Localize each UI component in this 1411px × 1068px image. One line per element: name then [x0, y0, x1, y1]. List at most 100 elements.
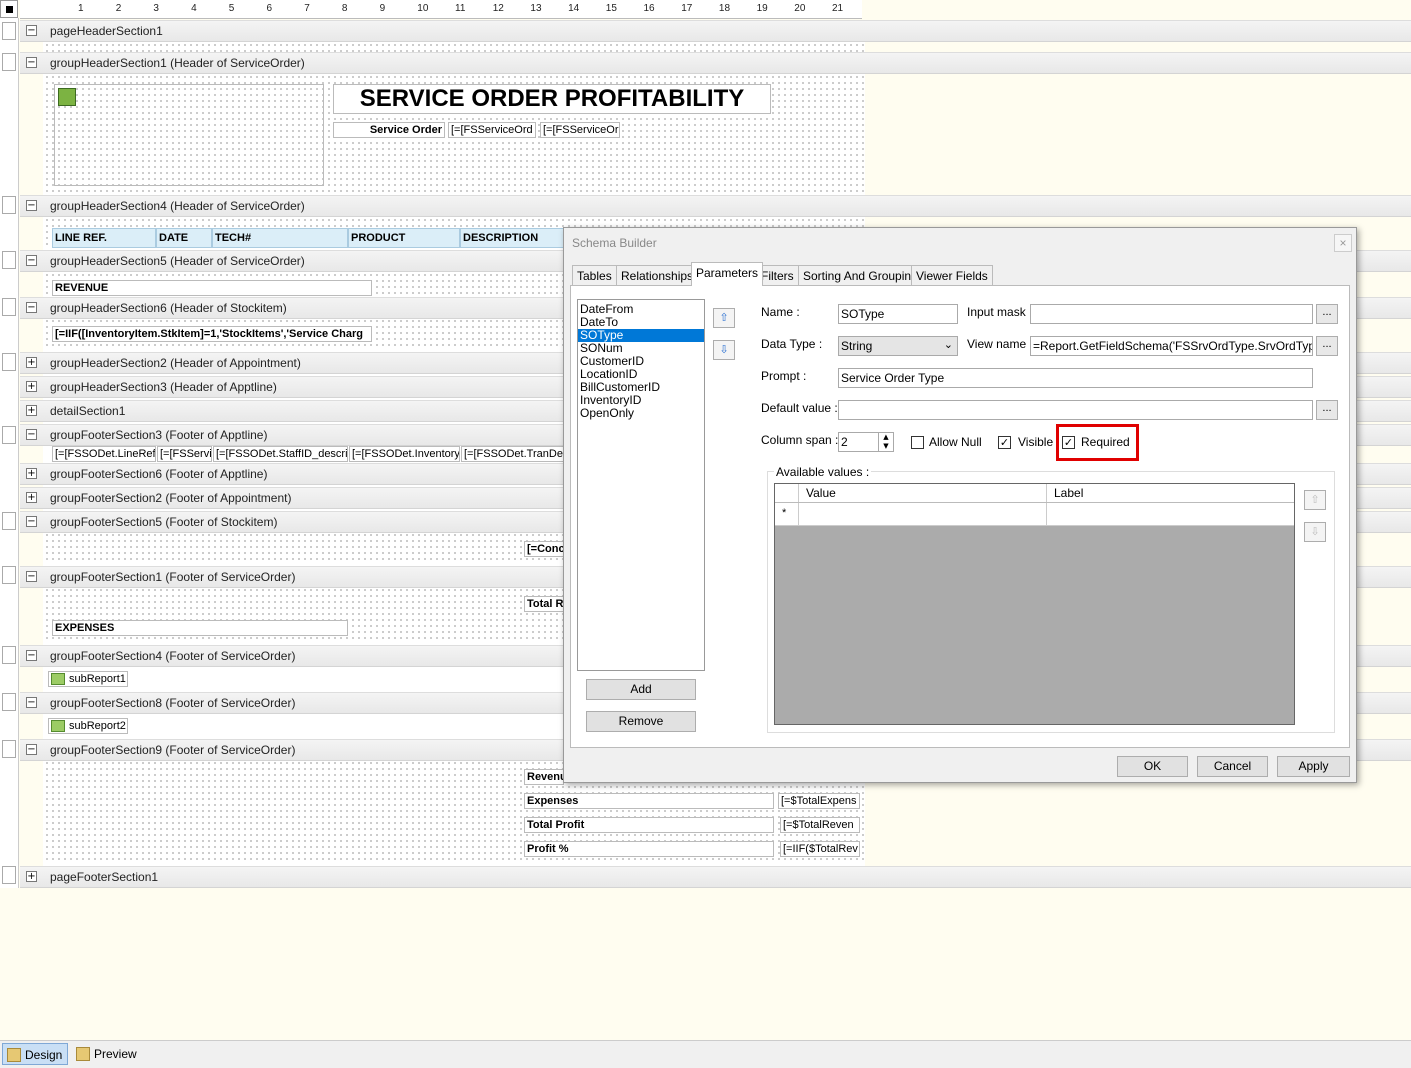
- band-groupheader4[interactable]: − groupHeaderSection4 (Header of ServiceO…: [20, 195, 1411, 217]
- view-name-label: View name :: [967, 337, 1033, 351]
- ruler-number: 17: [681, 3, 693, 14]
- column-span-spinner[interactable]: 2 ▲ ▼: [838, 432, 894, 452]
- view-name-browse-button[interactable]: ...: [1316, 336, 1338, 356]
- available-values-grid[interactable]: Value Label *: [774, 483, 1295, 725]
- subreport[interactable]: subReport2: [48, 718, 128, 734]
- ok-button[interactable]: OK: [1117, 756, 1188, 777]
- collapse-icon[interactable]: −: [26, 255, 37, 266]
- tab-viewer-fields[interactable]: Viewer Fields: [911, 265, 993, 285]
- summary-profit-pct-value[interactable]: [=IIF($TotalRev: [780, 841, 860, 857]
- name-input[interactable]: SOType: [838, 304, 958, 324]
- summary-profit-pct-label[interactable]: Profit %: [524, 841, 774, 857]
- summary-profit-value[interactable]: [=$TotalReven: [780, 817, 860, 833]
- logo-frame[interactable]: [54, 84, 324, 186]
- band-groupheader1[interactable]: − groupHeaderSection1 (Header of ServiceO…: [20, 52, 1411, 74]
- input-mask-browse-button[interactable]: ...: [1316, 304, 1338, 324]
- ruler-marker: [2, 866, 16, 884]
- view-name-input[interactable]: =Report.GetFieldSchema('FSSrvOrdType.Srv…: [1030, 336, 1313, 356]
- detail-field[interactable]: [=[FSSODet.LineRef: [52, 446, 156, 462]
- summary-expenses-value[interactable]: [=$TotalExpens: [778, 793, 860, 809]
- data-type-label: Data Type :: [761, 337, 823, 351]
- default-value-input[interactable]: [838, 400, 1313, 420]
- add-button[interactable]: Add: [586, 679, 696, 700]
- collapse-icon[interactable]: −: [26, 697, 37, 708]
- prompt-label: Prompt :: [761, 369, 807, 383]
- subreport[interactable]: subReport1: [48, 671, 128, 687]
- tab-design[interactable]: Design: [2, 1043, 68, 1065]
- ruler-marker: [2, 693, 16, 711]
- collapse-icon[interactable]: −: [26, 650, 37, 661]
- grid-new-row[interactable]: *: [775, 503, 1294, 526]
- grid-header-label[interactable]: Label: [1054, 486, 1083, 500]
- move-down-button[interactable]: ⇩: [713, 340, 735, 360]
- collapse-icon[interactable]: −: [26, 57, 37, 68]
- summary-expenses-label[interactable]: Expenses: [524, 793, 774, 809]
- detail-field[interactable]: [=[FSSODet.Inventory: [349, 446, 460, 462]
- detail-field[interactable]: [=[FSSODet.StaffID_descri: [213, 446, 348, 462]
- band-pageheader[interactable]: − pageHeaderSection1: [20, 20, 1411, 42]
- spinner-arrows-icon[interactable]: ▲ ▼: [878, 433, 893, 451]
- tab-preview[interactable]: Preview: [72, 1043, 142, 1065]
- conc-field[interactable]: [=Conc: [524, 541, 564, 557]
- expand-icon[interactable]: +: [26, 381, 37, 392]
- column-header[interactable]: DESCRIPTION: [460, 228, 568, 248]
- collapse-icon[interactable]: −: [26, 25, 37, 36]
- service-order-field[interactable]: [=[FSServiceOrd: [448, 122, 536, 138]
- expand-icon[interactable]: +: [26, 871, 37, 882]
- allow-null-checkbox[interactable]: [911, 436, 924, 449]
- close-icon[interactable]: ×: [1334, 234, 1352, 252]
- tab-sorting-grouping[interactable]: Sorting And Grouping: [798, 265, 923, 285]
- move-up-button[interactable]: ⇧: [713, 308, 735, 328]
- detail-field[interactable]: [=[FSServi: [157, 446, 212, 462]
- ruler-number: 11: [455, 3, 466, 14]
- summary-profit-label[interactable]: Total Profit: [524, 817, 774, 833]
- collapse-icon[interactable]: −: [26, 429, 37, 440]
- collapse-icon[interactable]: −: [26, 744, 37, 755]
- grid-header-value[interactable]: Value: [806, 486, 836, 500]
- column-span-label: Column span :: [761, 433, 839, 447]
- revenue-label[interactable]: REVENUE: [52, 280, 372, 296]
- collapse-icon[interactable]: −: [26, 571, 37, 582]
- expand-icon[interactable]: +: [26, 492, 37, 503]
- input-mask-input[interactable]: [1030, 304, 1313, 324]
- value-move-up-button[interactable]: ⇧: [1304, 490, 1326, 510]
- expand-icon[interactable]: +: [26, 357, 37, 368]
- data-type-select[interactable]: String ⌄: [838, 336, 958, 356]
- required-checkbox[interactable]: ✓: [1062, 436, 1075, 449]
- value-move-down-button[interactable]: ⇩: [1304, 522, 1326, 542]
- design-icon: [7, 1048, 21, 1062]
- service-order-label[interactable]: Service Order: [333, 122, 445, 138]
- total-revenue-label[interactable]: Total R: [524, 596, 564, 612]
- ruler-number: 19: [756, 3, 768, 14]
- parameters-list[interactable]: DateFrom DateTo SOType SONum CustomerID Locat…: [577, 299, 705, 671]
- band-pagefooter[interactable]: + pageFooterSection1: [20, 866, 1411, 888]
- parameter-item[interactable]: OpenOnly: [578, 407, 704, 420]
- column-header[interactable]: LINE REF.: [52, 228, 156, 248]
- cancel-button[interactable]: Cancel: [1197, 756, 1268, 777]
- prompt-input[interactable]: Service Order Type: [838, 368, 1313, 388]
- expenses-label[interactable]: EXPENSES: [52, 620, 348, 636]
- expand-icon[interactable]: +: [26, 468, 37, 479]
- expand-icon[interactable]: +: [26, 405, 37, 416]
- tab-relationships[interactable]: Relationships: [616, 265, 699, 285]
- report-title[interactable]: SERVICE ORDER PROFITABILITY: [333, 84, 771, 114]
- tab-tables[interactable]: Tables: [572, 265, 617, 285]
- band-label: groupHeaderSection2 (Header of Appointme…: [50, 356, 301, 370]
- schema-builder-dialog[interactable]: Schema Builder × Tables Relationships Pa…: [563, 227, 1357, 783]
- remove-button[interactable]: Remove: [586, 711, 696, 732]
- collapse-icon[interactable]: −: [26, 200, 37, 211]
- detail-field[interactable]: [=[FSSODet.TranDes: [461, 446, 565, 462]
- default-value-browse-button[interactable]: ...: [1316, 400, 1338, 420]
- apply-button[interactable]: Apply: [1277, 756, 1350, 777]
- collapse-icon[interactable]: −: [26, 302, 37, 313]
- column-header[interactable]: TECH#: [212, 228, 348, 248]
- stock-expression[interactable]: [=IIF([InventoryItem.StkItem]=1,'StockIt…: [52, 326, 372, 342]
- tab-parameters[interactable]: Parameters: [691, 262, 764, 286]
- vertical-ruler: [0, 18, 19, 888]
- visible-checkbox[interactable]: ✓: [998, 436, 1011, 449]
- summary-revenue-label[interactable]: Revenu: [524, 769, 564, 785]
- column-header[interactable]: DATE: [156, 228, 212, 248]
- service-order-field[interactable]: [=[FSServiceOr: [540, 122, 620, 138]
- collapse-icon[interactable]: −: [26, 516, 37, 527]
- column-header[interactable]: PRODUCT: [348, 228, 460, 248]
